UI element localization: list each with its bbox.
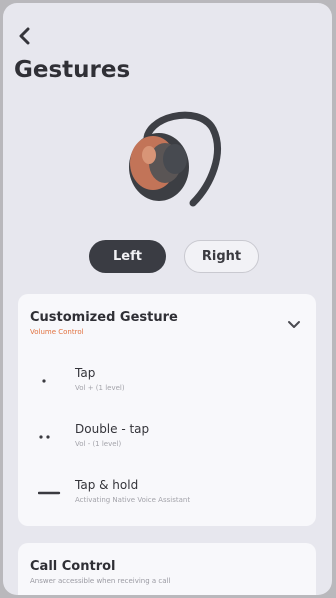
page-title: Gestures — [14, 57, 131, 83]
gesture-label: Tap & hold — [75, 478, 139, 492]
app-screen: Gestures Left Right Customized Gesture V… — [3, 3, 332, 595]
customized-gesture-header[interactable]: Customized Gesture Volume Control — [30, 310, 304, 336]
gesture-label: Double - tap — [75, 422, 150, 436]
gesture-label: Tap — [75, 366, 96, 380]
double-dot-icon — [30, 422, 75, 452]
gesture-row-tap-hold[interactable]: Tap & hold Activating Native Voice Assis… — [30, 478, 304, 518]
gesture-row-double-tap[interactable]: Double - tap Vol - (1 level) — [30, 422, 304, 462]
single-dot-icon — [30, 366, 75, 396]
chevron-down-icon — [288, 320, 300, 328]
customized-gesture-card: Customized Gesture Volume Control Tap Vo… — [18, 294, 316, 526]
gesture-row-tap[interactable]: Tap Vol + (1 level) — [30, 366, 304, 406]
left-earbud-button[interactable]: Left — [89, 240, 166, 273]
call-control-subtitle: Answer accessible when receiving a call — [30, 577, 171, 585]
gesture-description: Vol + (1 level) — [75, 384, 125, 392]
call-control-card[interactable]: Call Control Answer accessible when rece… — [18, 543, 316, 595]
chevron-left-icon — [19, 27, 30, 45]
expand-toggle[interactable] — [284, 316, 304, 332]
back-button[interactable] — [13, 23, 37, 49]
earbud-image — [129, 111, 221, 207]
customized-gesture-subtitle: Volume Control — [30, 328, 84, 336]
customized-gesture-title: Customized Gesture — [30, 310, 178, 325]
gesture-description: Vol - (1 level) — [75, 440, 122, 448]
call-control-title: Call Control — [30, 559, 116, 574]
dash-icon — [30, 478, 75, 508]
gesture-description: Activating Native Voice Assistant — [75, 496, 191, 504]
right-earbud-button[interactable]: Right — [184, 240, 259, 273]
